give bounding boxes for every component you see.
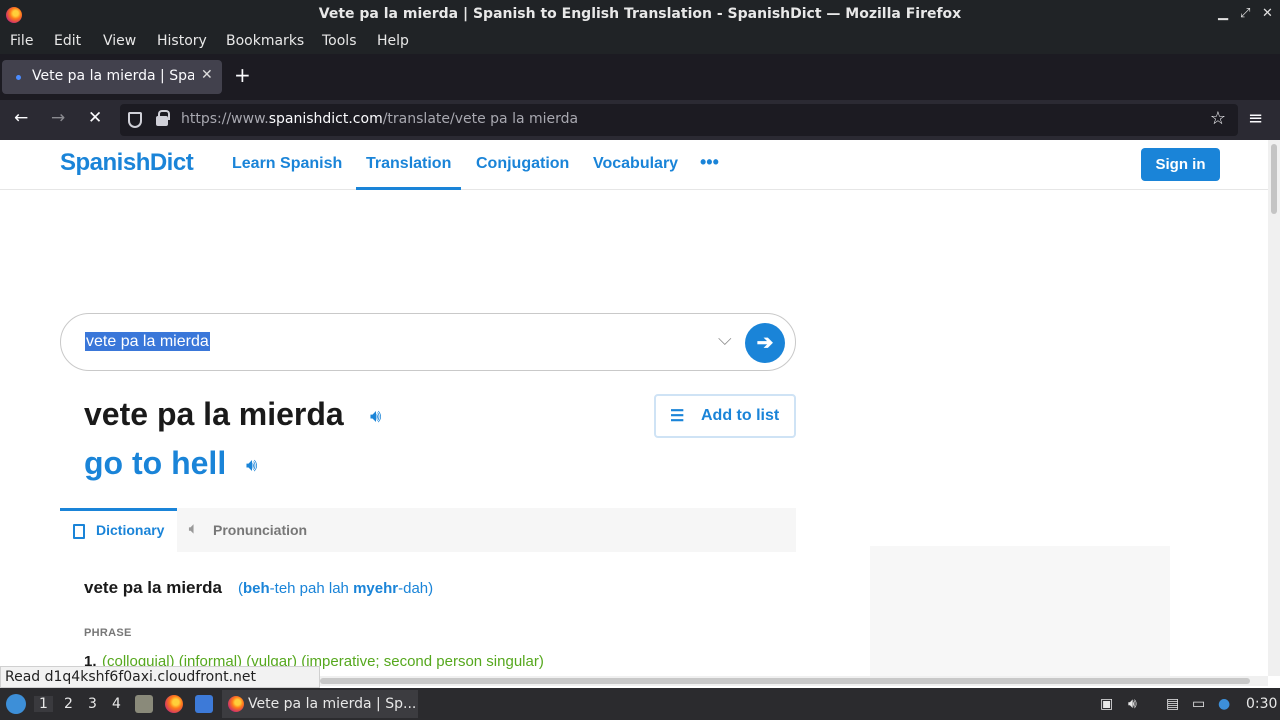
horizontal-scrollbar[interactable] bbox=[320, 676, 1268, 686]
search-submit-button[interactable]: ➔ bbox=[745, 323, 785, 363]
menu-view[interactable]: View bbox=[103, 33, 136, 49]
menu-bookmarks[interactable]: Bookmarks bbox=[226, 33, 304, 49]
site-logo[interactable]: SpanishDict bbox=[60, 149, 194, 177]
volume-icon[interactable]: 🔊︎ bbox=[1128, 696, 1137, 712]
back-icon[interactable]: ← bbox=[14, 108, 28, 128]
network-icon[interactable]: ▭ bbox=[1192, 696, 1205, 712]
ad-placeholder bbox=[870, 546, 1170, 676]
tab-dictionary-label: Dictionary bbox=[96, 522, 165, 538]
speaker-icon[interactable]: 🔊︎ bbox=[246, 455, 257, 476]
scrollbar-thumb[interactable] bbox=[1271, 144, 1277, 214]
tab-strip: Vete pa la mierda | Spanish to English T… bbox=[0, 54, 1280, 100]
nav-conjugation[interactable]: Conjugation bbox=[476, 155, 569, 173]
lock-icon[interactable] bbox=[156, 110, 170, 126]
start-menu-icon[interactable] bbox=[6, 694, 26, 714]
firefox-launcher-icon[interactable] bbox=[165, 695, 183, 713]
firefox-icon bbox=[228, 696, 244, 712]
update-notification-icon[interactable]: ● bbox=[1218, 696, 1230, 712]
window-title: Vete pa la mierda | Spanish to English T… bbox=[318, 6, 962, 22]
tab-pronunciation[interactable]: 🔈︎ Pronunciation bbox=[177, 508, 337, 552]
tab-dictionary[interactable]: Dictionary bbox=[60, 508, 177, 552]
more-menu-icon[interactable]: ••• bbox=[700, 152, 719, 173]
menu-edit[interactable]: Edit bbox=[54, 33, 81, 49]
active-nav-indicator bbox=[356, 187, 461, 190]
translate-search-input[interactable]: vete pa la mierda ⌵ ➔ bbox=[60, 313, 796, 371]
browser-tab[interactable]: Vete pa la mierda | Spanish to English T… bbox=[2, 60, 222, 94]
close-window-icon[interactable]: ✕ bbox=[1262, 6, 1273, 21]
speaker-icon[interactable]: 🔊︎ bbox=[370, 406, 381, 427]
window-titlebar: Vete pa la mierda | Spanish to English T… bbox=[0, 0, 1280, 30]
clock: 0:30 bbox=[1246, 696, 1278, 712]
translation-result: go to hell bbox=[84, 445, 227, 481]
tray-icon[interactable]: ▣ bbox=[1100, 696, 1113, 712]
status-bar: Read d1q4kshf6f0axi.cloudfront.net bbox=[0, 666, 320, 688]
navigation-toolbar: ← → ✕ https://www.spanishdict.com/transl… bbox=[0, 100, 1280, 140]
bookmark-star-icon[interactable]: ☆ bbox=[1210, 108, 1226, 129]
loading-dot-icon bbox=[16, 75, 21, 80]
site-header: SpanishDict Learn Spanish Translation Co… bbox=[0, 140, 1268, 190]
nav-learn-spanish[interactable]: Learn Spanish bbox=[232, 155, 342, 173]
part-of-speech: PHRASE bbox=[84, 627, 132, 639]
content-tabs: Dictionary 🔈︎ Pronunciation bbox=[60, 508, 796, 552]
web-page: SpanishDict Learn Spanish Translation Co… bbox=[0, 140, 1268, 676]
menu-history[interactable]: History bbox=[157, 33, 207, 49]
menu-file[interactable]: File bbox=[10, 33, 33, 49]
nav-translation[interactable]: Translation bbox=[366, 155, 451, 173]
tracking-shield-icon[interactable] bbox=[128, 112, 142, 128]
add-to-list-button[interactable]: ☰ Add to list bbox=[654, 394, 796, 438]
taskbar: 1 2 3 4 Vete pa la mierda | Sp... ▣ 🔊︎ ▤… bbox=[0, 688, 1280, 720]
task-label: Vete pa la mierda | Sp... bbox=[248, 696, 417, 712]
forward-icon[interactable]: → bbox=[51, 108, 65, 128]
url-bar[interactable]: https://www.spanishdict.com/translate/ve… bbox=[120, 104, 1238, 136]
menu-help[interactable]: Help bbox=[377, 33, 409, 49]
workspace-2[interactable]: 2 bbox=[64, 696, 73, 712]
desktop-icon[interactable] bbox=[195, 695, 213, 713]
search-input-value[interactable]: vete pa la mierda bbox=[85, 332, 210, 351]
minimize-icon[interactable]: ▁ bbox=[1218, 6, 1228, 21]
entry-term: vete pa la mierda bbox=[84, 578, 222, 597]
vertical-scrollbar[interactable] bbox=[1268, 140, 1280, 676]
headword: vete pa la mierda bbox=[84, 396, 344, 432]
list-add-icon: ☰ bbox=[670, 408, 685, 425]
menubar: File Edit View History Bookmarks Tools H… bbox=[0, 30, 1280, 54]
maximize-icon[interactable]: ⤢ bbox=[1240, 6, 1250, 21]
sign-in-button[interactable]: Sign in bbox=[1141, 148, 1220, 181]
stop-icon[interactable]: ✕ bbox=[88, 108, 102, 128]
new-tab-icon[interactable]: + bbox=[234, 63, 251, 87]
file-manager-icon[interactable] bbox=[135, 695, 153, 713]
phonetic-pronunciation: (beh-teh pah lah myehr-dah) bbox=[238, 580, 434, 597]
add-to-list-label: Add to list bbox=[701, 407, 780, 424]
menu-tools[interactable]: Tools bbox=[322, 33, 357, 49]
nav-vocabulary[interactable]: Vocabulary bbox=[593, 155, 678, 173]
close-tab-icon[interactable]: ✕ bbox=[201, 67, 213, 83]
scrollbar-thumb[interactable] bbox=[320, 678, 1250, 684]
app-menu-icon[interactable]: ≡ bbox=[1248, 108, 1263, 129]
taskbar-window-firefox[interactable]: Vete pa la mierda | Sp... bbox=[222, 690, 418, 718]
chevron-down-icon[interactable]: ⌵ bbox=[718, 329, 732, 350]
tab-pronunciation-label: Pronunciation bbox=[213, 522, 308, 538]
workspace-4[interactable]: 4 bbox=[112, 696, 121, 712]
book-icon bbox=[73, 524, 85, 539]
speaker-icon: 🔈︎ bbox=[189, 520, 198, 536]
clipboard-icon[interactable]: ▤ bbox=[1166, 696, 1179, 712]
tab-label: Vete pa la mierda | Spanish to English T… bbox=[32, 68, 194, 84]
workspace-3[interactable]: 3 bbox=[88, 696, 97, 712]
workspace-1[interactable]: 1 bbox=[34, 696, 53, 712]
url-text[interactable]: https://www.spanishdict.com/translate/ve… bbox=[181, 111, 578, 127]
